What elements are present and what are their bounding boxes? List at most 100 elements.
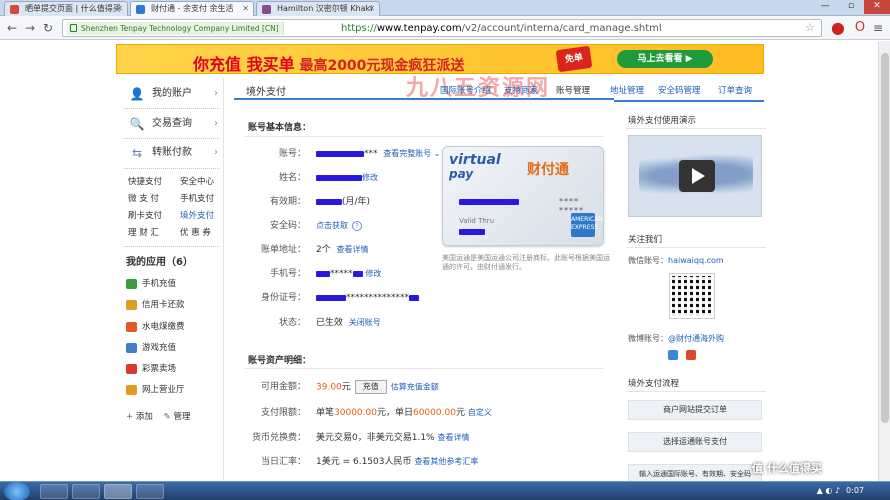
app-online-hall[interactable]: 网上营业厅 [126, 384, 185, 396]
id-number-row: 身份证号： ************** [234, 291, 614, 305]
id-mid: ************** [346, 293, 409, 303]
back-button[interactable]: ← [4, 20, 20, 36]
get-security-code-link[interactable]: 点击获取 [316, 221, 348, 230]
tab-account-manage[interactable]: 账号管理 [556, 84, 590, 96]
help-icon[interactable]: ? [352, 220, 362, 231]
sidebar-link-mobilepay[interactable]: 手机支付 [180, 193, 214, 205]
name-value: 修改 [316, 171, 378, 185]
amex-logo: AMERICAN EXPRESS [571, 213, 603, 237]
weibo-value[interactable]: @财付通海外购 [668, 334, 724, 343]
scrollbar-thumb[interactable] [881, 53, 889, 423]
app-label: 水电煤缴费 [142, 322, 185, 332]
menu-icon[interactable]: ≡ [870, 20, 886, 36]
sidebar-item-my-account[interactable]: 👤 我的账户 › [126, 84, 222, 104]
tab-merchants[interactable]: 支持商家 [504, 84, 538, 96]
header-underline [614, 100, 764, 102]
sidebar-link-security[interactable]: 安全中心 [180, 176, 214, 188]
divider [124, 246, 220, 247]
sidebar-link-coupons[interactable]: 优 惠 券 [180, 227, 211, 239]
ev-certificate-badge[interactable]: Shenzhen Tenpay Technology Company Limit… [67, 22, 284, 35]
limit-value: 单笔30000.00元，单日60000.00元 自定义 [316, 406, 492, 420]
tab-close-icon[interactable]: ✕ [368, 2, 375, 16]
add-app-link[interactable]: 添加 [136, 412, 153, 422]
sidebar-item-transfer[interactable]: ⇆ 转账付款 › [126, 143, 222, 163]
close-account-link[interactable]: 关闭账号 [349, 318, 381, 327]
sidebar-link-quickpay[interactable]: 快捷支付 [128, 176, 162, 188]
virtual-card: virtual pay 财付通 **** ***** Valid Thru AME… [442, 146, 604, 246]
address-value: 2个 查看详情 [316, 243, 368, 257]
opera-icon[interactable]: O [852, 20, 868, 36]
url-input[interactable]: Shenzhen Tenpay Technology Company Limit… [62, 19, 822, 37]
close-window-button[interactable]: ✕ [864, 0, 890, 14]
address-label: 账单地址： [260, 245, 306, 255]
system-tray[interactable]: ▲ ◐ ♪ [817, 486, 840, 495]
tab-account-intro[interactable]: 国际账号介绍 [440, 84, 491, 96]
url-host: www.tenpay.com [376, 23, 462, 34]
flow-step-1: 商户网站提交订单 [628, 400, 762, 420]
customize-limit-link[interactable]: 自定义 [468, 408, 492, 417]
edit-name-link[interactable]: 修改 [362, 173, 378, 182]
name-label: 姓名： [278, 173, 306, 183]
balance-unit: 元 [341, 382, 351, 393]
wechat-value[interactable]: haiwaiqq.com [668, 256, 724, 265]
taskbar-app-icon[interactable] [136, 484, 164, 499]
add-icon: + [126, 412, 134, 422]
app-actions: + 添加 ✎ 管理 [126, 410, 191, 422]
redaction-mask [409, 294, 419, 301]
play-icon[interactable] [679, 160, 715, 192]
app-mobile-recharge[interactable]: 手机充值 [126, 278, 176, 290]
estimate-recharge-link[interactable]: 估算充值金额 [391, 383, 439, 392]
store-icon [126, 385, 137, 395]
extension-icon[interactable]: ⬤ [830, 20, 846, 36]
chevron-down-icon[interactable]: ⌄ [431, 149, 441, 158]
browser-tab-1[interactable]: 晒单提交页面 | 什么值得买 ✕ [4, 1, 128, 16]
security-value: 点击获取? [316, 219, 362, 233]
browser-tab-3[interactable]: Hamilton 汉密尔顿 Khaki ✕ [256, 1, 380, 16]
tab-address-manage[interactable]: 地址管理 [610, 84, 644, 96]
app-game-recharge[interactable]: 游戏充值 [126, 342, 176, 354]
fx-fee-row: 货币兑换费： 美元交易0，非美元交易1.1% 查看详情 [234, 431, 614, 445]
sidebar-link-cardpay[interactable]: 刷卡支付 [128, 210, 162, 222]
taskbar-folder-icon[interactable] [72, 484, 100, 499]
limit-single-amount: 30000.00 [334, 408, 377, 418]
tab-security-code[interactable]: 安全码管理 [658, 84, 701, 96]
app-utilities[interactable]: 水电煤缴费 [126, 321, 185, 333]
recharge-button[interactable]: 充值 [354, 380, 387, 394]
app-lottery[interactable]: 彩票卖场 [126, 363, 176, 375]
view-full-account-link[interactable]: 查看完整账号 [383, 149, 431, 158]
tab-close-icon[interactable]: ✕ [242, 2, 249, 16]
sina-weibo-icon[interactable] [686, 350, 696, 360]
limit-single-unit: 元，单日 [376, 408, 413, 418]
status-label: 状态： [278, 318, 306, 328]
sidebar-link-finance[interactable]: 理 财 汇 [128, 227, 159, 239]
restore-button[interactable]: ▫ [838, 0, 864, 14]
taskbar-ie-icon[interactable] [40, 484, 68, 499]
page-scrollbar[interactable] [878, 41, 890, 481]
ev-label: Shenzhen Tenpay Technology Company Limit… [81, 24, 279, 33]
start-button[interactable] [4, 482, 30, 500]
other-rates-link[interactable]: 查看其他参考汇率 [414, 457, 478, 466]
fx-detail-link[interactable]: 查看详情 [437, 433, 469, 442]
reload-button[interactable]: ↻ [40, 20, 56, 36]
taskbar-chrome-icon[interactable] [104, 484, 132, 499]
sidebar-link-micropay[interactable]: 微 支 付 [128, 193, 159, 205]
minimize-button[interactable]: — [812, 0, 838, 14]
tencent-weibo-icon[interactable] [668, 350, 678, 360]
edit-phone-link[interactable]: 修改 [365, 269, 381, 278]
sidebar-item-transactions[interactable]: 🔍 交易查询 › [126, 114, 222, 134]
view-address-link[interactable]: 查看详情 [336, 245, 368, 254]
app-credit-card[interactable]: 信用卡还款 [126, 299, 185, 311]
tab-order-query[interactable]: 订单查询 [718, 84, 752, 96]
tab-close-icon[interactable]: ✕ [116, 2, 123, 16]
fx-text: 美元交易0，非美元交易1.1% [316, 433, 435, 443]
manage-apps-link[interactable]: 管理 [173, 412, 190, 422]
lottery-icon [126, 364, 137, 374]
bookmark-star-icon[interactable]: ☆ [805, 21, 815, 34]
browser-tab-2[interactable]: 财付通 - 余支付 余生活 ✕ [130, 1, 254, 16]
forward-button[interactable]: → [22, 20, 38, 36]
sidebar-link-overseas[interactable]: 境外支付 [180, 210, 214, 222]
sidebar: 👤 我的账户 › 🔍 交易查询 › ⇆ 转账付款 › 快捷支付 安全中心 微 支… [116, 78, 224, 480]
follow-title: 关注我们 [628, 235, 663, 245]
banner-go-button[interactable]: 马上去看看 ▶ [617, 50, 713, 68]
demo-video[interactable] [628, 135, 762, 217]
